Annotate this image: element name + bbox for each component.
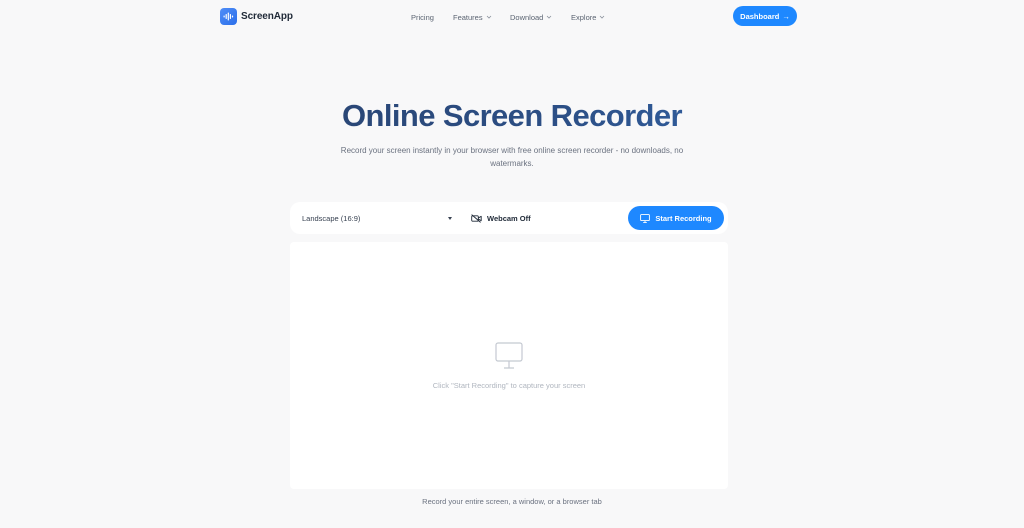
webcam-toggle-label: Webcam Off bbox=[487, 213, 531, 223]
monitor-icon bbox=[640, 213, 651, 223]
top-navbar: ScreenApp Pricing Features Download Expl… bbox=[0, 0, 1024, 34]
start-recording-button[interactable]: Start Recording bbox=[628, 206, 724, 230]
chevron-down-icon bbox=[486, 15, 491, 19]
video-off-icon bbox=[471, 213, 482, 223]
dashboard-button[interactable]: Dashboard → bbox=[733, 6, 797, 26]
nav-item-label: Pricing bbox=[411, 12, 434, 22]
page-title: Online Screen Recorder bbox=[0, 98, 1024, 134]
arrow-right-icon: → bbox=[782, 11, 790, 21]
webcam-toggle[interactable]: Webcam Off bbox=[471, 211, 531, 225]
recording-preview-area: Click "Start Recording" to capture your … bbox=[290, 242, 728, 489]
dashboard-button-label: Dashboard bbox=[740, 11, 780, 21]
nav-item-features[interactable]: Features bbox=[453, 13, 492, 22]
layout-select[interactable]: Landscape (16:9) bbox=[302, 212, 452, 224]
chevron-down-icon bbox=[600, 15, 605, 19]
footer-note: Record your entire screen, a window, or … bbox=[422, 497, 602, 506]
brand-logo-link[interactable]: ScreenApp bbox=[220, 7, 293, 25]
nav-item-label: Download bbox=[510, 12, 544, 22]
nav-item-pricing[interactable]: Pricing bbox=[411, 13, 434, 22]
chevron-down-icon bbox=[547, 15, 552, 19]
soundwave-logo-icon bbox=[220, 7, 237, 25]
nav-item-label: Features bbox=[453, 12, 483, 22]
caret-down-icon bbox=[448, 216, 452, 220]
nav-item-label: Explore bbox=[571, 12, 597, 22]
start-recording-label: Start Recording bbox=[655, 213, 712, 223]
brand-name: ScreenApp bbox=[241, 10, 293, 22]
layout-select-value: Landscape (16:9) bbox=[302, 213, 361, 223]
page-subtitle: Record your screen instantly in your bro… bbox=[340, 146, 684, 168]
nav-item-download[interactable]: Download bbox=[510, 13, 552, 22]
recorder-controls: Landscape (16:9) Webcam Off Start Record… bbox=[290, 202, 728, 234]
nav-item-explore[interactable]: Explore bbox=[571, 13, 605, 22]
monitor-icon bbox=[495, 342, 523, 369]
preview-placeholder-text: Click "Start Recording" to capture your … bbox=[432, 381, 586, 390]
